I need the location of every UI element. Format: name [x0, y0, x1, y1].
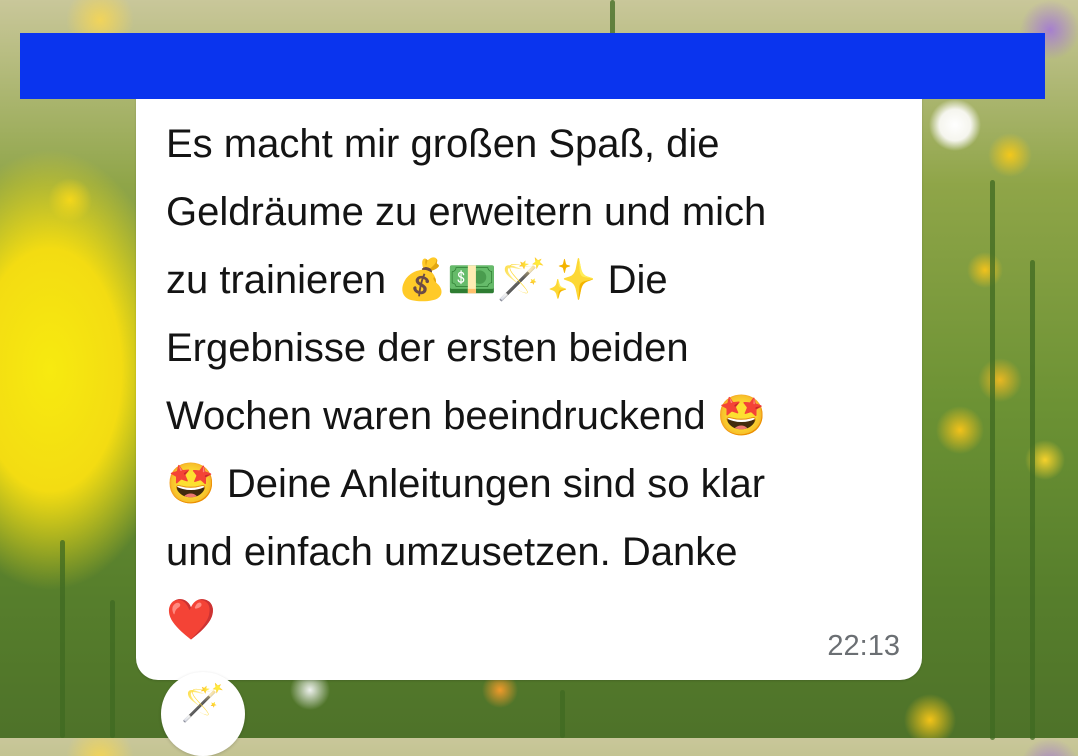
grass-stem — [560, 690, 565, 738]
reaction-badge[interactable]: 🪄 — [161, 672, 245, 756]
redaction-bar — [20, 33, 1045, 99]
magic-wand-icon: 🪄 — [180, 683, 226, 724]
message-text: Es macht mir großen Spaß, die Geldräume … — [166, 122, 767, 642]
grass-stem — [990, 180, 995, 740]
grass-stem — [1030, 260, 1035, 740]
grass-stem — [110, 600, 115, 738]
grass-stem — [60, 540, 65, 738]
message-timestamp: 22:13 — [827, 630, 900, 662]
